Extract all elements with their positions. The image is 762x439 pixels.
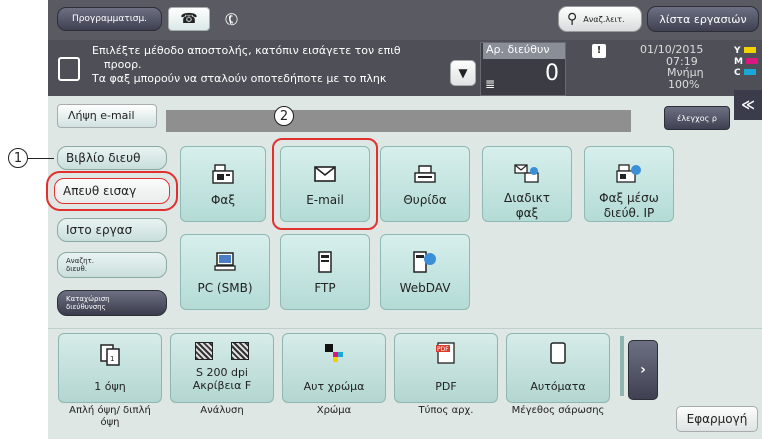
tile-user-box[interactable]: Θυρίδα [380, 146, 470, 222]
fax-icon [212, 163, 234, 185]
tile-pc-smb-label: PC (SMB) [197, 281, 253, 295]
file-type-caption: Τύπος αρχ. [418, 405, 474, 416]
phone-icon: ☎ [180, 11, 198, 27]
ftp-icon [318, 251, 332, 273]
destination-count-value: 0 [545, 61, 559, 86]
color-caption: Χρώμα [316, 405, 352, 416]
svg-text:1: 1 [110, 355, 114, 363]
tile-internet-fax-label: Διαδικτ φαξ [504, 191, 550, 220]
toner-levels: Y M C [734, 46, 762, 86]
register-label-2: διεύθυνσης [66, 303, 106, 311]
programs-button[interactable]: Προγραμματισμ. [57, 7, 162, 31]
color-icon [323, 342, 345, 368]
tile-webdav-label: WebDAV [399, 281, 451, 295]
setting-scan-size[interactable]: Αυτόματα [506, 333, 610, 403]
job-history-button[interactable]: Ιστο εργασ [57, 218, 167, 242]
destination-input-bar [166, 110, 631, 132]
next-page-button[interactable]: › [628, 340, 658, 400]
scan-size-label: Αυτόματα [530, 380, 586, 393]
setting-simplex-duplex[interactable]: 1 1 όψη [58, 333, 162, 403]
file-type-label: PDF [435, 380, 457, 393]
callout-1-leader [28, 158, 54, 180]
address-search-label-2: διευθ. [66, 265, 87, 273]
address-search-button[interactable]: Αναζητ. διευθ. [57, 252, 167, 278]
resolution-label-2: Ακρίβεια F [192, 379, 252, 392]
highlight-email [272, 138, 378, 230]
resolution-caption: Ανάλυση [200, 405, 244, 416]
message-line-2: προορ. [104, 58, 142, 71]
tile-ftp-label: FTP [314, 281, 336, 295]
callout-1: 1 [8, 148, 28, 168]
tile-ftp[interactable]: FTP [280, 234, 370, 310]
tile-ip-fax[interactable]: Φαξ μέσω διεύθ. IP [584, 146, 674, 222]
tile-fax-label: Φαξ [210, 193, 236, 207]
user-box-icon [414, 163, 436, 185]
chevron-down-icon: ▼ [458, 66, 468, 80]
tile-webdav[interactable]: WebDAV [380, 234, 470, 310]
warning-icon: ! [592, 44, 606, 58]
function-search-label: Αναζ.λειτ. [583, 14, 625, 24]
simplex-icon: 1 [100, 344, 120, 370]
apply-button[interactable]: Εφαρμογή [676, 406, 758, 432]
resolution-label-1: S 200 dpi [196, 366, 248, 379]
register-address-button[interactable]: Καταχώριση διεύθυνσης [57, 290, 167, 316]
onhook-button[interactable]: ✆ [214, 7, 250, 31]
highlight-direct-input [46, 171, 178, 211]
resolution-icon [195, 342, 249, 360]
expand-message-button[interactable]: ▼ [450, 60, 476, 86]
job-list-button[interactable]: λίστα εργασιών [647, 6, 759, 32]
ip-fax-icon [616, 163, 642, 183]
webdav-icon [413, 251, 437, 273]
scan-size-caption: Μέγεθος σάρωσης [511, 405, 605, 416]
message-icon [58, 57, 80, 81]
handset-icon: ✆ [221, 7, 243, 31]
address-book-button[interactable]: Βιβλίο διευθ [57, 146, 167, 170]
check-button[interactable]: έλεγχος ρ [664, 106, 730, 130]
address-search-label-1: Αναζητ. [66, 257, 94, 265]
tile-ip-fax-label: Φαξ μέσω διεύθ. IP [599, 191, 659, 220]
callout-2: 2 [274, 106, 294, 126]
pdf-icon: PDF [435, 342, 457, 368]
tile-user-box-label: Θυρίδα [403, 193, 447, 207]
tile-fax[interactable]: Φαξ [180, 146, 266, 222]
setting-file-type[interactable]: PDF PDF [394, 333, 498, 403]
internet-fax-icon [514, 163, 540, 183]
setting-resolution[interactable]: S 200 dpi Ακρίβεια F [170, 333, 274, 403]
settings-scroll-divider [620, 336, 624, 396]
simplex-label: 1 όψη [94, 380, 126, 393]
collapse-button[interactable]: ≪ [734, 90, 762, 120]
message-line-1: Επιλέξτε μέθοδο αποστολής, κατόπιν εισάγ… [92, 44, 401, 57]
pc-smb-icon [214, 251, 236, 273]
tile-pc-smb[interactable]: PC (SMB) [180, 234, 270, 310]
setting-color[interactable]: Αυτ χρώμα [282, 333, 386, 403]
chevron-right-icon: › [640, 362, 646, 378]
message-line-3: Τα φαξ μπορούν να σταλούν οποτεδήποτε με… [92, 72, 387, 85]
list-icon: ≣ [485, 77, 496, 91]
simplex-caption: Απλή όψη/ διπλή όψη [69, 405, 151, 428]
memory-value: 100% [668, 78, 700, 91]
search-icon: ⚲ [567, 11, 578, 27]
register-label-1: Καταχώριση [66, 295, 110, 303]
tile-internet-fax[interactable]: Διαδικτ φαξ [482, 146, 572, 222]
destination-count-box: Αρ. διεύθυν ≣ 0 [480, 42, 566, 96]
fax-mode-button[interactable]: ☎ [168, 7, 210, 31]
color-label: Αυτ χρώμα [303, 380, 365, 393]
receive-email-button[interactable]: Λήψη e-mail [57, 104, 157, 128]
page-icon [550, 342, 566, 368]
svg-text:PDF: PDF [437, 346, 449, 353]
destination-count-label: Αρ. διεύθυν [483, 43, 565, 59]
double-chevron-left-icon: ≪ [741, 97, 755, 113]
function-search-button[interactable]: ⚲ Αναζ.λειτ. [558, 6, 642, 32]
